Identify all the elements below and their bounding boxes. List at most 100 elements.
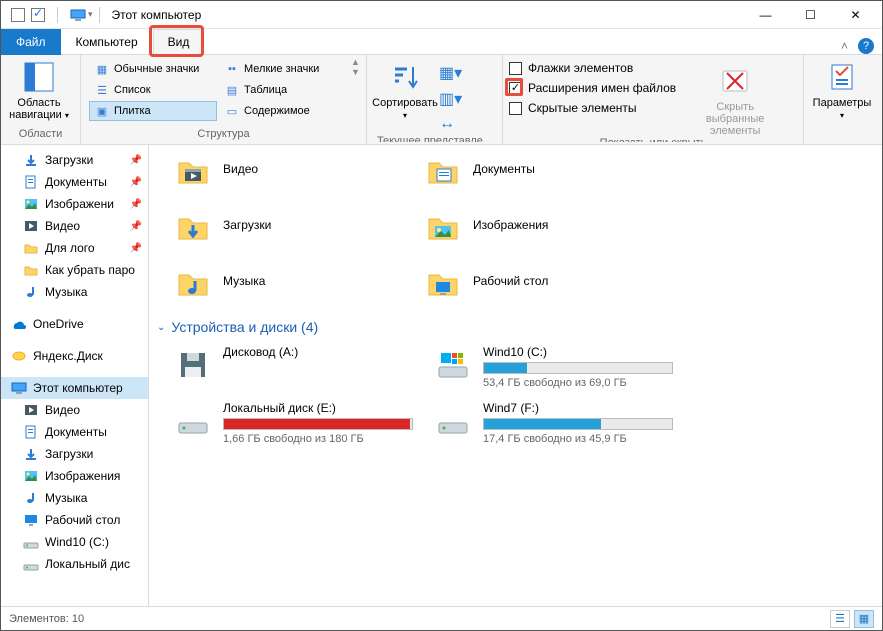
nav-thispc-child[interactable]: Изображения	[1, 465, 148, 487]
nav-this-pc[interactable]: Этот компьютер	[1, 377, 148, 399]
nav-quick-item[interactable]: Загрузки📌	[1, 149, 148, 171]
drive-usage-bar	[223, 418, 413, 430]
drive-tile[interactable]: Дисковод (A:)	[173, 345, 413, 389]
nav-quick-item[interactable]: Как убрать паро	[1, 259, 148, 281]
nav-quick-item[interactable]: Изображени📌	[1, 193, 148, 215]
size-columns-icon[interactable]: ↔	[439, 115, 462, 133]
help-icon[interactable]: ?	[858, 38, 874, 54]
folder-tile[interactable]: Музыка	[173, 257, 423, 305]
drive-tile[interactable]: Wind10 (C:)53,4 ГБ свободно из 69,0 ГБ	[433, 345, 673, 389]
layout-small-icons[interactable]: ▪▪Мелкие значки	[219, 59, 347, 79]
options-button[interactable]: Параметры▾	[810, 57, 874, 121]
ribbon-group-options: Параметры▾	[804, 55, 882, 144]
layout-scroll[interactable]: ▲▼	[349, 57, 362, 77]
pin-icon: 📌	[130, 199, 142, 210]
floppy-icon	[173, 345, 213, 385]
quick-access-toolbar	[11, 7, 86, 23]
nav-thispc-child[interactable]: Локальный дис	[1, 553, 148, 575]
folder-label: Рабочий стол	[473, 274, 548, 288]
layout-content[interactable]: ▭Содержимое	[219, 101, 347, 121]
view-details-button[interactable]: ☰	[830, 610, 850, 628]
nav-item-label: Музыка	[45, 491, 87, 505]
yandex-disk-icon	[11, 348, 27, 364]
nav-thispc-child[interactable]: Музыка	[1, 487, 148, 509]
folder-tile[interactable]: Изображения	[423, 201, 673, 249]
navigation-pane-icon	[23, 61, 55, 93]
nav-quick-item[interactable]: Документы📌	[1, 171, 148, 193]
nav-item-label: Локальный дис	[45, 557, 130, 571]
layout-list[interactable]: ☰Список	[89, 80, 217, 100]
onedrive-icon	[11, 316, 27, 332]
group-by-icon[interactable]: ▦▾	[439, 63, 462, 83]
folder-tile[interactable]: Видео	[173, 145, 423, 193]
nav-quick-item[interactable]: Для лого📌	[1, 237, 148, 259]
music-icon	[23, 490, 39, 506]
desktop-folder-icon	[423, 261, 463, 301]
ribbon-group-current-view-label: Текущее представле...	[373, 135, 496, 142]
minimize-button[interactable]: —	[743, 1, 788, 29]
close-button[interactable]: ✕	[833, 1, 878, 29]
chevron-down-icon: ⌄	[157, 322, 165, 333]
music-icon	[23, 284, 39, 300]
drives-group-header[interactable]: ⌄ Устройства и диски (4)	[157, 319, 874, 335]
status-item-count: Элементов: 10	[9, 613, 84, 625]
tiles-icon: ▣	[94, 103, 110, 119]
tab-file[interactable]: Файл	[1, 29, 61, 55]
nav-item-label: Видео	[45, 403, 80, 417]
drive-usage-bar	[483, 362, 673, 374]
maximize-button[interactable]: ☐	[788, 1, 833, 29]
nav-yandex-disk[interactable]: Яндекс.Диск	[1, 345, 148, 367]
folder-icon	[23, 262, 39, 278]
folder-tile[interactable]: Загрузки	[173, 201, 423, 249]
checkbox-file-extensions[interactable]: Расширения имен файлов	[509, 81, 676, 95]
content-pane[interactable]: Видео Загрузки Музыка Документы Изображения…	[149, 145, 882, 606]
hide-selected-button[interactable]: Скрыть выбранные элементы	[690, 61, 780, 137]
qat-dropdown-icon[interactable]: ▾	[88, 9, 93, 20]
drive-tile[interactable]: Wind7 (F:) 17,4 ГБ свободно из 45,9 ГБ	[433, 401, 673, 445]
tab-computer[interactable]: Компьютер	[61, 29, 153, 55]
sort-button[interactable]: Сортировать ▾	[373, 57, 437, 121]
drive-name: Локальный диск (E:)	[223, 401, 413, 415]
add-columns-icon[interactable]: ▥▾	[439, 89, 462, 109]
title-bar: ▾ Этот компьютер — ☐ ✕	[1, 1, 882, 29]
nav-onedrive[interactable]: OneDrive	[1, 313, 148, 335]
layout-tiles[interactable]: ▣Плитка	[89, 101, 217, 121]
checkbox-hidden-items[interactable]: Скрытые элементы	[509, 101, 676, 115]
nav-thispc-child[interactable]: Рабочий стол	[1, 509, 148, 531]
list-icon: ☰	[94, 82, 110, 98]
desktop-icon	[23, 512, 39, 528]
ribbon-group-layout: ▦Обычные значки ▪▪Мелкие значки ☰Список …	[81, 55, 367, 144]
drive-name: Wind10 (C:)	[483, 345, 673, 359]
nav-thispc-child[interactable]: Видео	[1, 399, 148, 421]
nav-quick-item[interactable]: Музыка	[1, 281, 148, 303]
nav-thispc-child[interactable]: Загрузки	[1, 443, 148, 465]
qat-button-2[interactable]	[31, 8, 45, 22]
folder-tile[interactable]: Документы	[423, 145, 673, 193]
navigation-pane-button[interactable]: Область навигации ▾	[7, 57, 71, 121]
ribbon-group-current-view: Сортировать ▾ ▦▾ ▥▾ ↔ Текущее представле…	[367, 55, 503, 144]
drive-tile[interactable]: Локальный диск (E:)1,66 ГБ свободно из 1…	[173, 401, 413, 445]
tab-view[interactable]: Вид	[153, 29, 205, 55]
navigation-pane-label: Область навигации ▾	[7, 97, 71, 121]
pin-icon: 📌	[130, 243, 142, 254]
qat-button-1[interactable]	[11, 8, 25, 22]
folder-tile[interactable]: Рабочий стол	[423, 257, 673, 305]
sort-icon	[389, 61, 421, 93]
nav-quick-item[interactable]: Видео📌	[1, 215, 148, 237]
this-pc-icon	[70, 7, 86, 23]
layout-table[interactable]: ▤Таблица	[219, 80, 347, 100]
nav-thispc-child[interactable]: Документы	[1, 421, 148, 443]
ribbon-collapse-icon[interactable]: ˄	[841, 39, 848, 53]
layout-normal-icons[interactable]: ▦Обычные значки	[89, 59, 217, 79]
ribbon-group-show-hide: Флажки элементов Расширения имен файлов …	[503, 55, 804, 144]
checkbox-item-checkboxes[interactable]: Флажки элементов	[509, 61, 676, 75]
folders-section: Видео Загрузки Музыка Документы Изображения…	[157, 145, 874, 305]
nav-thispc-child[interactable]: Wind10 (C:)	[1, 531, 148, 553]
nav-item-label: Документы	[45, 175, 107, 189]
drive-free-text: 17,4 ГБ свободно из 45,9 ГБ	[483, 433, 673, 445]
pictures-icon	[23, 196, 39, 212]
ribbon-group-layout-label: Структура	[87, 128, 360, 142]
ribbon-group-panes-label: Области	[7, 128, 74, 142]
view-thumbnails-button[interactable]: ▦	[854, 610, 874, 628]
drive-name: Wind7 (F:)	[483, 401, 673, 415]
